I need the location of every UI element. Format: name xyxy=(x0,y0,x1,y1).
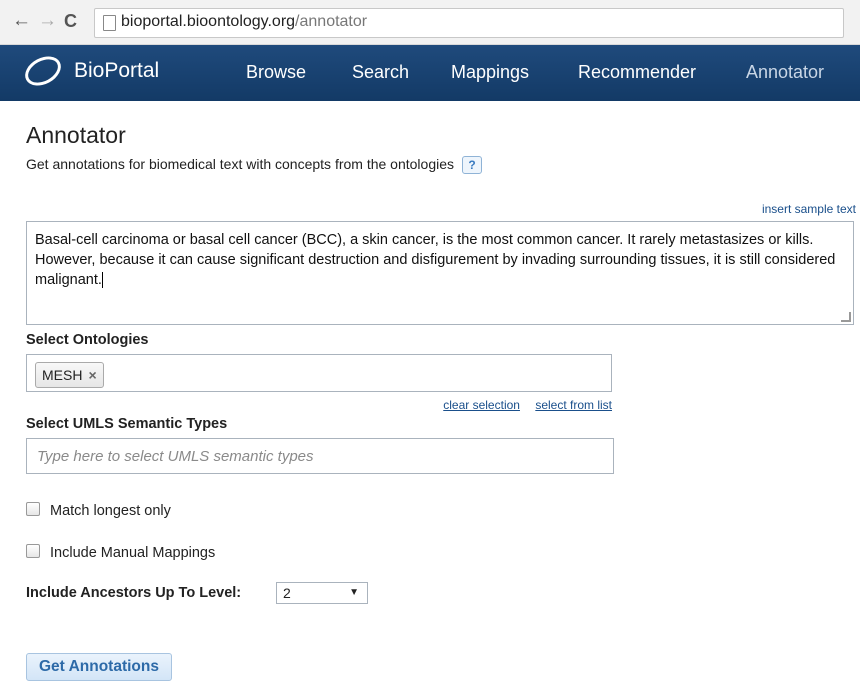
select-ontologies-label: Select Ontologies xyxy=(26,332,149,348)
nav-browse[interactable]: Browse xyxy=(246,62,306,83)
clear-selection-link[interactable]: clear selection xyxy=(443,398,520,412)
match-longest-checkbox[interactable] xyxy=(26,502,40,516)
nav-search[interactable]: Search xyxy=(352,62,409,83)
annotation-text-input[interactable]: Basal-cell carcinoma or basal cell cance… xyxy=(26,221,854,325)
address-bar[interactable]: bioportal.bioontology.org/annotator xyxy=(94,8,844,38)
page-title: Annotator xyxy=(26,122,126,148)
ancestors-level-select[interactable]: 2 ▼ xyxy=(276,582,368,604)
nav-mappings[interactable]: Mappings xyxy=(451,62,529,83)
remove-chip-icon[interactable]: × xyxy=(88,367,96,383)
url-text: bioportal.bioontology.org/annotator xyxy=(121,13,368,30)
insert-sample-text-link[interactable]: insert sample text xyxy=(762,202,856,216)
back-arrow-icon[interactable]: ← xyxy=(12,6,31,36)
ancestors-label: Include Ancestors Up To Level: xyxy=(26,585,242,601)
app-navbar: BioPortal Browse Search Mappings Recomme… xyxy=(0,45,860,101)
ontology-chip-mesh[interactable]: MESH × xyxy=(35,362,104,388)
browser-toolbar: ← → C bioportal.bioontology.org/annotato… xyxy=(0,0,860,45)
dropdown-arrow-icon: ▼ xyxy=(349,587,359,598)
select-umls-label: Select UMLS Semantic Types xyxy=(26,416,228,432)
match-longest-option[interactable]: Match longest only xyxy=(26,502,171,519)
resize-handle-icon[interactable] xyxy=(841,312,851,322)
umls-semantic-types-input[interactable] xyxy=(26,438,614,474)
reload-icon[interactable]: C xyxy=(64,6,77,36)
manual-mappings-option[interactable]: Include Manual Mappings xyxy=(26,544,215,561)
text-input-value: Basal-cell carcinoma or basal cell cance… xyxy=(35,232,836,288)
manual-mappings-checkbox[interactable] xyxy=(26,544,40,558)
page-subtitle: Get annotations for biomedical text with… xyxy=(26,156,483,175)
forward-arrow-icon[interactable]: → xyxy=(38,6,57,36)
brand-name: BioPortal xyxy=(74,59,160,82)
page-icon xyxy=(103,15,116,31)
ontology-selector[interactable]: MESH × xyxy=(26,354,612,392)
nav-annotator[interactable]: Annotator xyxy=(746,62,824,83)
ancestors-row: Include Ancestors Up To Level: 2 ▼ xyxy=(26,582,368,604)
logo-ring-icon xyxy=(20,50,66,92)
text-caret xyxy=(101,272,103,289)
nav-recommender[interactable]: Recommender xyxy=(578,62,696,83)
help-icon[interactable]: ? xyxy=(462,156,483,175)
select-from-list-link[interactable]: select from list xyxy=(535,398,612,412)
ontology-links: clear selection select from list xyxy=(431,398,612,412)
